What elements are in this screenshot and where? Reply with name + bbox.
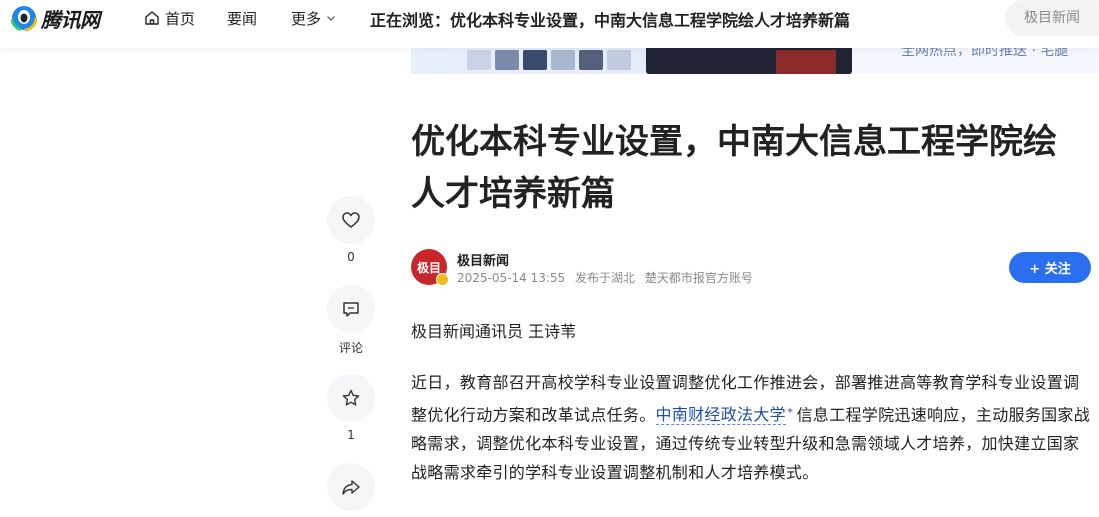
heart-icon bbox=[342, 212, 360, 228]
comment-icon bbox=[343, 302, 359, 317]
nav-more-label: 更多 bbox=[291, 9, 322, 28]
nav-yaowen[interactable]: 要闻 bbox=[227, 8, 257, 28]
share-button[interactable] bbox=[327, 463, 375, 511]
share-icon bbox=[342, 480, 360, 495]
nav-more-menu[interactable]: 更多 bbox=[291, 8, 336, 28]
banner-screenshot-accent bbox=[776, 50, 836, 74]
comment-button[interactable] bbox=[327, 285, 375, 333]
like-action[interactable]: 0 bbox=[327, 196, 375, 264]
follow-button[interactable]: + 关注 bbox=[1009, 252, 1091, 283]
logo-icon bbox=[11, 5, 37, 31]
entity-link[interactable]: 中南财经政法大学 bbox=[655, 405, 786, 426]
now-browsing-title: 正在浏览：优化本科专业设置，中南大信息工程学院绘人才培养新篇 bbox=[370, 11, 851, 30]
search-box[interactable] bbox=[1005, 0, 1099, 36]
top-navigation: 腾讯网 首页 要闻 更多 正在浏览：优化本科专业设置，中南大信息工程学院绘人才培… bbox=[0, 0, 1099, 48]
chevron-down-icon bbox=[327, 16, 335, 21]
home-icon bbox=[145, 11, 159, 25]
like-button[interactable] bbox=[327, 196, 375, 244]
favorite-count: 1 bbox=[347, 428, 355, 442]
author-name[interactable]: 极目新闻 bbox=[457, 250, 509, 269]
nav-home-label: 首页 bbox=[165, 9, 196, 28]
author-meta: 2025-05-14 13:55 发布于湖北 楚天都市报官方账号 bbox=[457, 269, 759, 286]
nav-yaowen-label: 要闻 bbox=[227, 9, 258, 28]
verified-badge-icon bbox=[436, 273, 449, 286]
avatar-text: 极目 bbox=[416, 260, 441, 275]
star-icon bbox=[342, 389, 360, 406]
author-row: 极目 极目新闻 2025-05-14 13:55 发布于湖北 楚天都市报官方账号… bbox=[411, 248, 1091, 288]
site-logo[interactable]: 腾讯网 bbox=[11, 5, 100, 32]
publish-location: 发布于湖北 bbox=[574, 271, 635, 285]
logo-text: 腾讯网 bbox=[41, 7, 100, 32]
article-paragraph: 近日，教育部召开高校学科专业设置调整优化工作推进会，部署推进高等教育学科专业设置… bbox=[411, 368, 1091, 487]
favorite-button[interactable] bbox=[327, 374, 375, 422]
article-byline: 极目新闻通讯员 王诗苇 bbox=[411, 322, 577, 341]
comment-action[interactable]: 评论 bbox=[327, 285, 375, 356]
nav-home[interactable]: 首页 bbox=[144, 8, 195, 28]
comment-label: 评论 bbox=[338, 341, 363, 355]
banner-thumbnails bbox=[467, 50, 631, 70]
search-input[interactable] bbox=[1024, 10, 1099, 26]
favorite-action[interactable]: 1 bbox=[327, 374, 375, 442]
sparkle-icon: ✦ bbox=[785, 406, 795, 417]
article-title: 优化本科专业设置，中南大信息工程学院绘人才培养新篇 bbox=[411, 122, 1057, 214]
share-action[interactable]: 分享 bbox=[327, 463, 375, 517]
like-count: 0 bbox=[347, 250, 355, 264]
publish-time: 2025-05-14 13:55 bbox=[457, 271, 566, 285]
author-account-desc: 楚天都市报官方账号 bbox=[644, 271, 753, 285]
